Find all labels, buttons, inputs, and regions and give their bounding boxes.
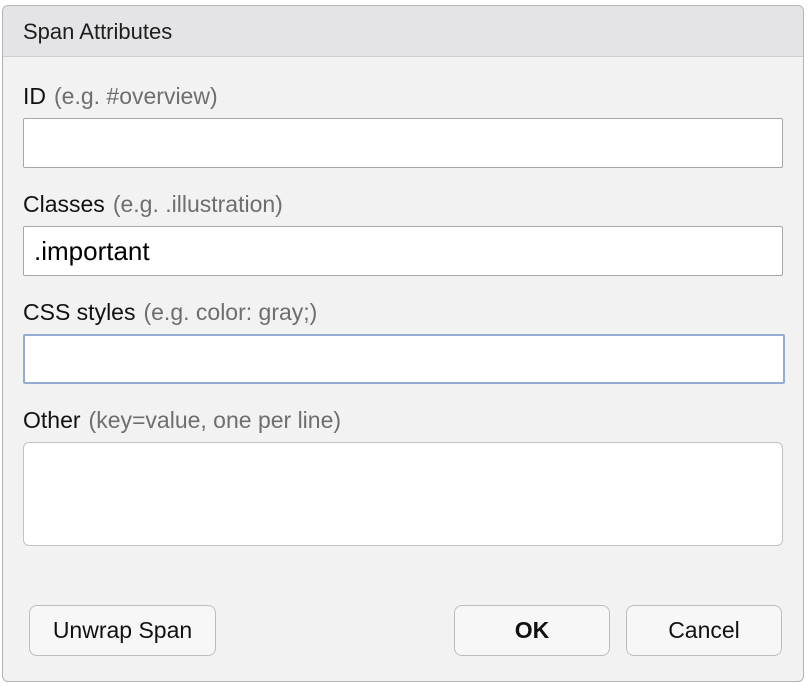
id-input[interactable] — [23, 118, 783, 168]
other-hint: (key=value, one per line) — [88, 407, 342, 433]
css-styles-label: CSS styles — [23, 299, 136, 325]
css-styles-hint: (e.g. color: gray;) — [143, 299, 318, 325]
unwrap-span-label: Unwrap Span — [52, 617, 193, 643]
span-attributes-dialog: Span Attributes ID (e.g. #overview) Class… — [2, 5, 804, 682]
classes-hint: (e.g. .illustration) — [112, 191, 283, 217]
other-label: Other — [23, 407, 81, 433]
dialog-titlebar[interactable]: Span Attributes — [3, 6, 803, 57]
dialog-title: Span Attributes — [23, 19, 173, 44]
cancel-label: Cancel — [668, 617, 740, 643]
id-hint: (e.g. #overview) — [54, 83, 218, 109]
id-field-label: ID (e.g. #overview) — [23, 83, 218, 110]
classes-input[interactable] — [23, 226, 783, 276]
css-styles-input[interactable] — [23, 334, 785, 384]
ok-button[interactable]: OK — [454, 605, 610, 656]
css-styles-field-label: CSS styles (e.g. color: gray;) — [23, 299, 317, 326]
id-label: ID — [23, 83, 46, 109]
other-textarea[interactable] — [23, 442, 783, 546]
unwrap-span-button[interactable]: Unwrap Span — [29, 605, 216, 656]
other-field-label: Other (key=value, one per line) — [23, 407, 341, 434]
classes-field-label: Classes (e.g. .illustration) — [23, 191, 283, 218]
cancel-button[interactable]: Cancel — [626, 605, 782, 656]
classes-label: Classes — [23, 191, 105, 217]
ok-label: OK — [514, 617, 550, 643]
